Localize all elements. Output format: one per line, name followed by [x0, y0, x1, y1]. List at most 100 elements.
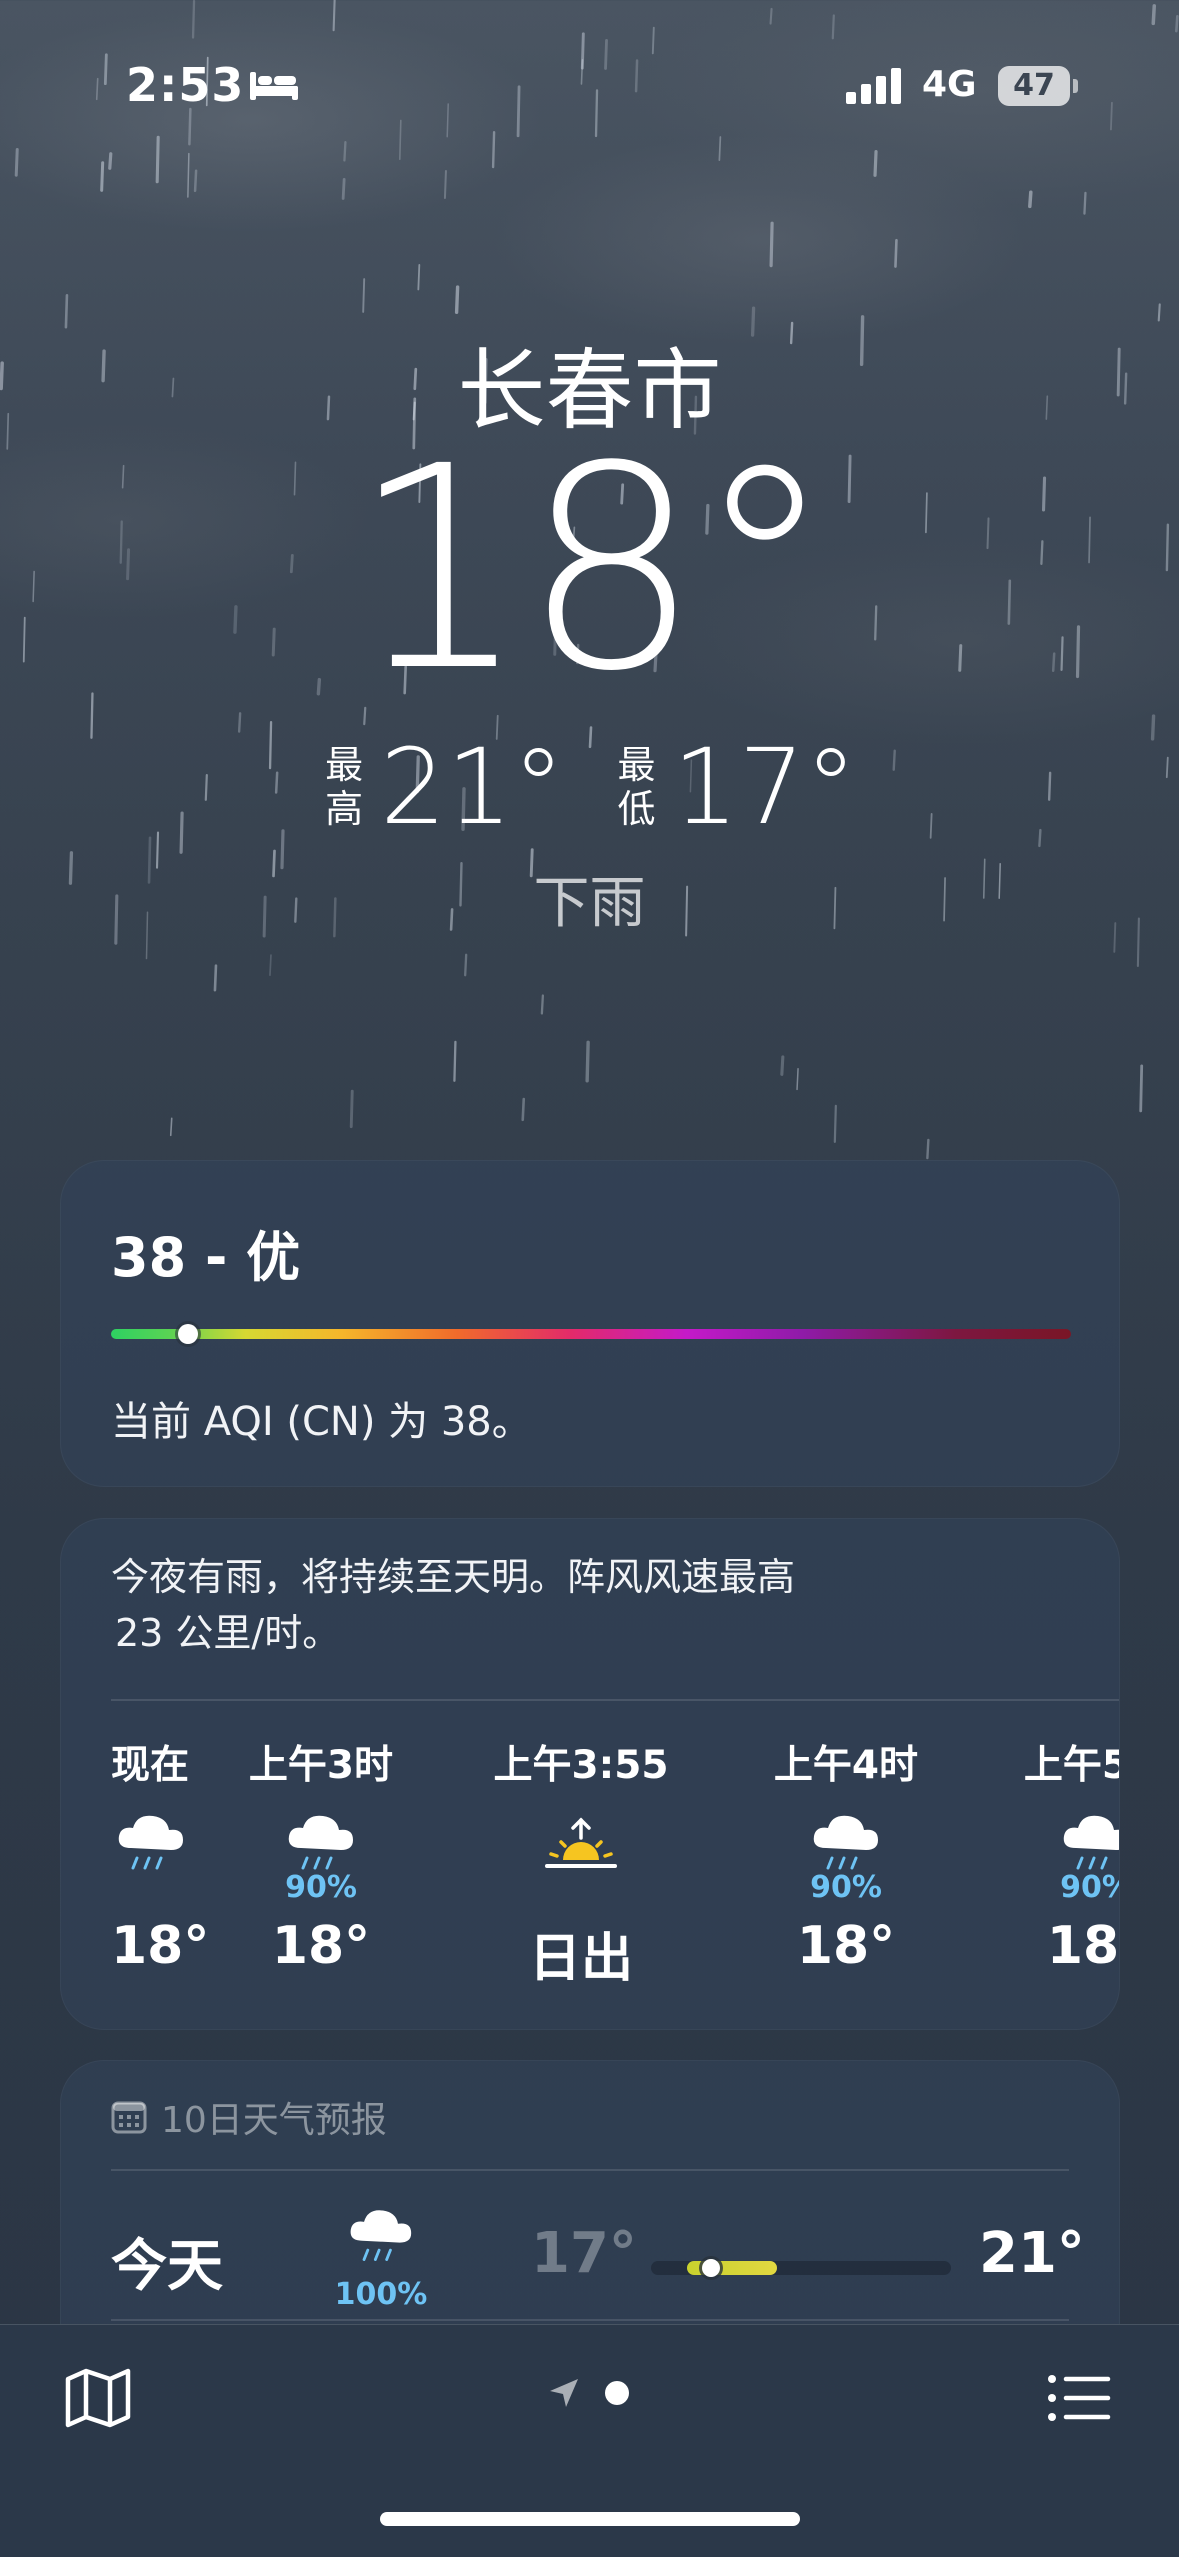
rain-streak: [108, 152, 113, 170]
network-type: 4G: [922, 64, 977, 105]
rain-streak: [193, 169, 198, 193]
battery-level: 47: [1013, 68, 1055, 103]
hourly-item: 上午4时 90% 18°: [746, 1734, 946, 1976]
calendar-icon: [111, 2101, 147, 2134]
day-precipitation: 100%: [334, 2277, 428, 2312]
sleep-focus-icon: [250, 72, 298, 100]
rain-streak: [155, 135, 160, 184]
rain-streak: [332, 0, 336, 32]
hourly-precipitation: 90%: [285, 1870, 357, 1905]
hourly-precipitation: 90%: [1060, 1870, 1119, 1905]
hourly-time: 上午5时: [1023, 1743, 1119, 1788]
rain-streak: [491, 131, 496, 169]
hourly-temperature: 18°: [796, 1916, 896, 1976]
weather-condition: 下雨: [533, 871, 646, 936]
hourly-scroll[interactable]: 现在18°上午3时90%18°上午3:55日出上午4时90%18°上午5时90%…: [61, 1734, 1119, 2014]
rain-streak: [269, 954, 272, 977]
hourly-time: 上午3:55: [493, 1743, 669, 1788]
rain-streak: [894, 238, 898, 268]
hourly-summary-line1: 今夜有雨，将持续至天明。阵风风速最高: [111, 1555, 796, 1599]
aqi-scale-bar: [111, 1324, 1071, 1344]
hourly-item: 上午3时 90% 18°: [221, 1734, 421, 1976]
daily-divider-top: [111, 2169, 1069, 2171]
daily-row[interactable]: 今天 100% 17° 21°: [61, 2181, 1119, 2321]
aqi-value: 38 - 优: [111, 1226, 301, 1289]
rain-streak: [1139, 1064, 1144, 1113]
hourly-summary: 今夜有雨，将持续至天明。阵风风速最高 23 公里/时。: [111, 1549, 1011, 1661]
rain-streak: [187, 152, 190, 198]
hourly-forecast-card[interactable]: 今夜有雨，将持续至天明。阵风风速最高 23 公里/时。 现在 18° 上午3时 90%…: [60, 1518, 1120, 2030]
hourly-item: 上午5时 90% 18°: [996, 1734, 1119, 1976]
hourly-temperature: 日出: [528, 1929, 633, 1989]
rain-streak: [521, 1097, 526, 1122]
rain-streak: [833, 1104, 837, 1143]
rain-streak: [343, 141, 347, 162]
status-time: 2:53: [126, 58, 245, 112]
rain-streak: [237, 712, 242, 733]
page-indicator-dot[interactable]: [605, 2381, 629, 2405]
rain-streak: [14, 147, 19, 177]
hourly-temperature: 18°: [1046, 1916, 1119, 1976]
rain-streak: [169, 1117, 173, 1137]
high-temperature: 21°: [380, 726, 565, 848]
rain-streak: [873, 149, 878, 177]
high-label: 最高: [325, 743, 364, 831]
cloud-rain-icon: [1063, 1815, 1119, 1870]
rain-streak: [1083, 191, 1087, 215]
rain-streak: [453, 1040, 457, 1082]
temperature-range-bar: [651, 2259, 951, 2277]
hourly-divider: [111, 1699, 1119, 1701]
hourly-summary-line2: 23 公里/时。: [115, 1611, 341, 1655]
home-indicator[interactable]: [380, 2512, 800, 2526]
ten-day-header: 10日天气预报: [111, 2091, 387, 2143]
rain-streak: [188, 107, 192, 146]
rain-streak: [1028, 190, 1033, 209]
rain-streak: [349, 1089, 354, 1129]
cloud-rain-icon: [350, 2210, 412, 2261]
rain-streak: [213, 964, 218, 992]
location-arrow-icon[interactable]: [546, 2375, 582, 2411]
rain-streak: [780, 1055, 785, 1076]
rain-streak: [454, 285, 460, 315]
cloud-rain-icon: [118, 1815, 183, 1870]
hourly-item: 上午3:55 日出: [481, 1734, 681, 1991]
aqi-indicator-dot: [177, 1324, 198, 1344]
rain-streak: [926, 1138, 930, 1160]
temperature-range-fill: [687, 2261, 777, 2275]
list-icon[interactable]: [1044, 2365, 1114, 2431]
rain-streak: [417, 263, 421, 291]
ten-day-title: 10日天气预报: [161, 2100, 387, 2141]
rain-streak: [585, 1040, 590, 1083]
rain-streak: [718, 136, 722, 161]
high-low-temperatures: 最高 21° 最低 17°: [0, 735, 1179, 839]
daily-divider-bottom: [111, 2319, 1069, 2321]
rain-streak: [1175, 14, 1179, 33]
battery-icon: 47: [998, 66, 1078, 106]
air-quality-card[interactable]: 38 - 优 当前 AQI (CN) 为 38。: [60, 1160, 1120, 1487]
cloud-rain-icon: [813, 1815, 878, 1870]
rain-streak: [796, 1068, 799, 1091]
hourly-precipitation: [481, 1870, 681, 1906]
low-label: 最低: [617, 743, 656, 831]
rain-streak: [341, 177, 346, 200]
rain-streak: [769, 7, 773, 25]
rain-streak: [464, 953, 468, 977]
hourly-precipitation: 90%: [810, 1870, 882, 1905]
current-temperature: 18°: [350, 407, 834, 733]
rain-streak: [100, 161, 105, 192]
rain-streak: [1151, 4, 1157, 26]
cloud-rain-icon: [288, 1815, 353, 1870]
sunrise-icon: [545, 1817, 617, 1868]
rain-streak: [1157, 303, 1161, 322]
hourly-time: 上午3时: [248, 1743, 394, 1788]
aqi-description: 当前 AQI (CN) 为 38。: [111, 1399, 532, 1445]
rain-streak: [831, 14, 835, 40]
hourly-temperature: 18°: [271, 1916, 371, 1976]
rain-streak: [362, 278, 366, 313]
map-icon[interactable]: [62, 2365, 134, 2431]
day-low: 17°: [531, 2221, 637, 2286]
rain-streak: [443, 170, 447, 199]
rain-streak: [769, 221, 774, 268]
rain-streak: [540, 994, 545, 1015]
status-bar: 2:53 4G 47: [0, 52, 1179, 112]
